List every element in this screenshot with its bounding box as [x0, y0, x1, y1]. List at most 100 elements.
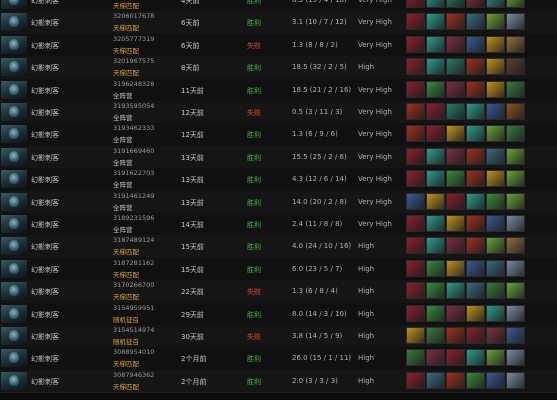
item-icon[interactable] — [406, 215, 425, 232]
match-id-link[interactable]: 3191622703 — [113, 169, 154, 177]
item-icon[interactable] — [466, 170, 485, 188]
item-icon[interactable] — [446, 58, 465, 76]
hero-name[interactable]: 幻影刺客 — [31, 332, 59, 342]
item-icon[interactable] — [466, 0, 485, 8]
item-icon[interactable] — [506, 327, 525, 344]
item-icon[interactable] — [506, 170, 525, 188]
item-icon[interactable] — [426, 13, 445, 31]
item-icon[interactable] — [466, 192, 485, 210]
hero-name[interactable]: 幻影刺客 — [31, 354, 59, 364]
item-icon[interactable] — [426, 349, 445, 367]
item-icon[interactable] — [446, 304, 465, 322]
match-id-link[interactable]: 3189231596 — [113, 214, 154, 222]
match-id-link[interactable]: 3154514974 — [113, 326, 154, 334]
item-icon[interactable] — [446, 13, 465, 31]
match-id-link[interactable]: 3201967575 — [113, 57, 154, 65]
item-icon[interactable] — [466, 327, 485, 344]
item-icon[interactable] — [466, 215, 485, 232]
item-icon[interactable] — [406, 13, 425, 31]
hero-name[interactable]: 幻影刺客 — [31, 377, 59, 387]
item-icon[interactable] — [506, 259, 525, 277]
match-id-link[interactable]: 3206017678 — [113, 12, 154, 20]
item-icon[interactable] — [506, 80, 525, 98]
match-row[interactable]: 幻影刺客 3193595054 全阵营 12天前 失败 0.5 (3 / 11 / 3) V… — [0, 101, 557, 125]
match-id-link[interactable]: 3154959951 — [113, 304, 154, 312]
item-icon[interactable] — [506, 35, 525, 53]
hero-name[interactable]: 幻影刺客 — [31, 86, 59, 96]
item-icon[interactable] — [506, 349, 525, 367]
item-icon[interactable] — [486, 147, 505, 165]
match-row[interactable]: 幻影刺客 3191461249 全阵营 13天前 胜利 14.0 (20 / 2 / 8)… — [0, 190, 557, 214]
item-icon[interactable] — [406, 58, 425, 76]
item-icon[interactable] — [406, 192, 425, 210]
item-icon[interactable] — [466, 147, 485, 165]
item-icon[interactable] — [506, 192, 525, 210]
item-icon[interactable] — [446, 35, 465, 53]
item-icon[interactable] — [466, 259, 485, 277]
item-icon[interactable] — [446, 0, 465, 8]
hero-name[interactable]: 幻影刺客 — [31, 18, 59, 28]
match-id-link[interactable]: 3087946362 — [113, 371, 154, 379]
match-row[interactable]: 幻影刺客 3154959951 随机征召 29天前 胜利 8.0 (14 / 3 / 10… — [0, 302, 557, 326]
item-icon[interactable] — [426, 170, 445, 188]
hero-portrait-icon[interactable] — [1, 282, 27, 301]
item-icon[interactable] — [426, 80, 445, 98]
item-icon[interactable] — [466, 237, 485, 255]
item-icon[interactable] — [506, 0, 525, 8]
item-icon[interactable] — [486, 170, 505, 188]
match-id-link[interactable]: 3088954010 — [113, 348, 154, 356]
item-icon[interactable] — [466, 58, 485, 76]
item-icon[interactable] — [446, 125, 465, 143]
match-row[interactable]: 幻影刺客 3196248328 全阵营 11天前 胜利 18.5 (21 / 2 / 16… — [0, 78, 557, 102]
item-icon[interactable] — [446, 192, 465, 210]
item-icon[interactable] — [506, 147, 525, 165]
item-icon[interactable] — [506, 58, 525, 76]
item-icon[interactable] — [506, 215, 525, 232]
match-id-link[interactable]: 3196248328 — [113, 80, 154, 88]
item-icon[interactable] — [486, 259, 505, 277]
match-row[interactable]: 幻影刺客 3187281162 天梯匹配 15天前 胜利 6.0 (23 / 5 / 7)… — [0, 257, 557, 282]
item-icon[interactable] — [506, 282, 525, 300]
item-icon[interactable] — [406, 282, 425, 300]
hero-name[interactable]: 幻影刺客 — [31, 153, 59, 163]
hero-portrait-icon[interactable] — [1, 304, 27, 323]
hero-portrait-icon[interactable] — [1, 327, 27, 345]
hero-portrait-icon[interactable] — [1, 170, 27, 189]
item-icon[interactable] — [426, 147, 445, 165]
item-icon[interactable] — [426, 371, 445, 389]
item-icon[interactable] — [486, 327, 505, 344]
hero-name[interactable]: 幻影刺客 — [31, 63, 59, 73]
match-row[interactable]: 幻影刺客 3154514974 随机征召 30天前 失败 3.8 (14 / 5 / 9)… — [0, 325, 557, 349]
item-icon[interactable] — [466, 103, 485, 120]
item-icon[interactable] — [446, 170, 465, 188]
item-icon[interactable] — [406, 80, 425, 98]
item-icon[interactable] — [426, 35, 445, 53]
item-icon[interactable] — [486, 80, 505, 98]
item-icon[interactable] — [486, 58, 505, 76]
match-id-link[interactable]: 3193462333 — [113, 124, 154, 132]
item-icon[interactable] — [446, 103, 465, 120]
item-icon[interactable] — [446, 237, 465, 255]
item-icon[interactable] — [466, 125, 485, 143]
hero-portrait-icon[interactable] — [1, 13, 27, 32]
hero-name[interactable]: 幻影刺客 — [31, 242, 59, 252]
hero-name[interactable]: 幻影刺客 — [31, 0, 59, 6]
item-icon[interactable] — [426, 103, 445, 120]
item-icon[interactable] — [406, 103, 425, 120]
match-row[interactable]: 幻影刺客 3187489124 天梯匹配 15天前 胜利 4.0 (24 / 10 / 1… — [0, 235, 557, 259]
hero-portrait-icon[interactable] — [1, 125, 27, 144]
match-id-link[interactable]: 3187281162 — [113, 259, 154, 267]
match-id-link[interactable]: 3205777319 — [113, 35, 154, 43]
hero-portrait-icon[interactable] — [1, 35, 27, 54]
item-icon[interactable] — [506, 13, 525, 31]
hero-name[interactable]: 幻影刺客 — [31, 175, 59, 185]
item-icon[interactable] — [426, 282, 445, 300]
match-row[interactable]: 幻影刺客 3170266700 天梯匹配 22天前 失败 1.3 (6 / 8 / 4) H… — [0, 280, 557, 304]
item-icon[interactable] — [506, 103, 525, 120]
item-icon[interactable] — [446, 349, 465, 367]
item-icon[interactable] — [506, 371, 525, 389]
hero-portrait-icon[interactable] — [1, 237, 27, 256]
item-icon[interactable] — [446, 371, 465, 389]
item-icon[interactable] — [486, 371, 505, 389]
hero-name[interactable]: 幻影刺客 — [31, 130, 59, 140]
